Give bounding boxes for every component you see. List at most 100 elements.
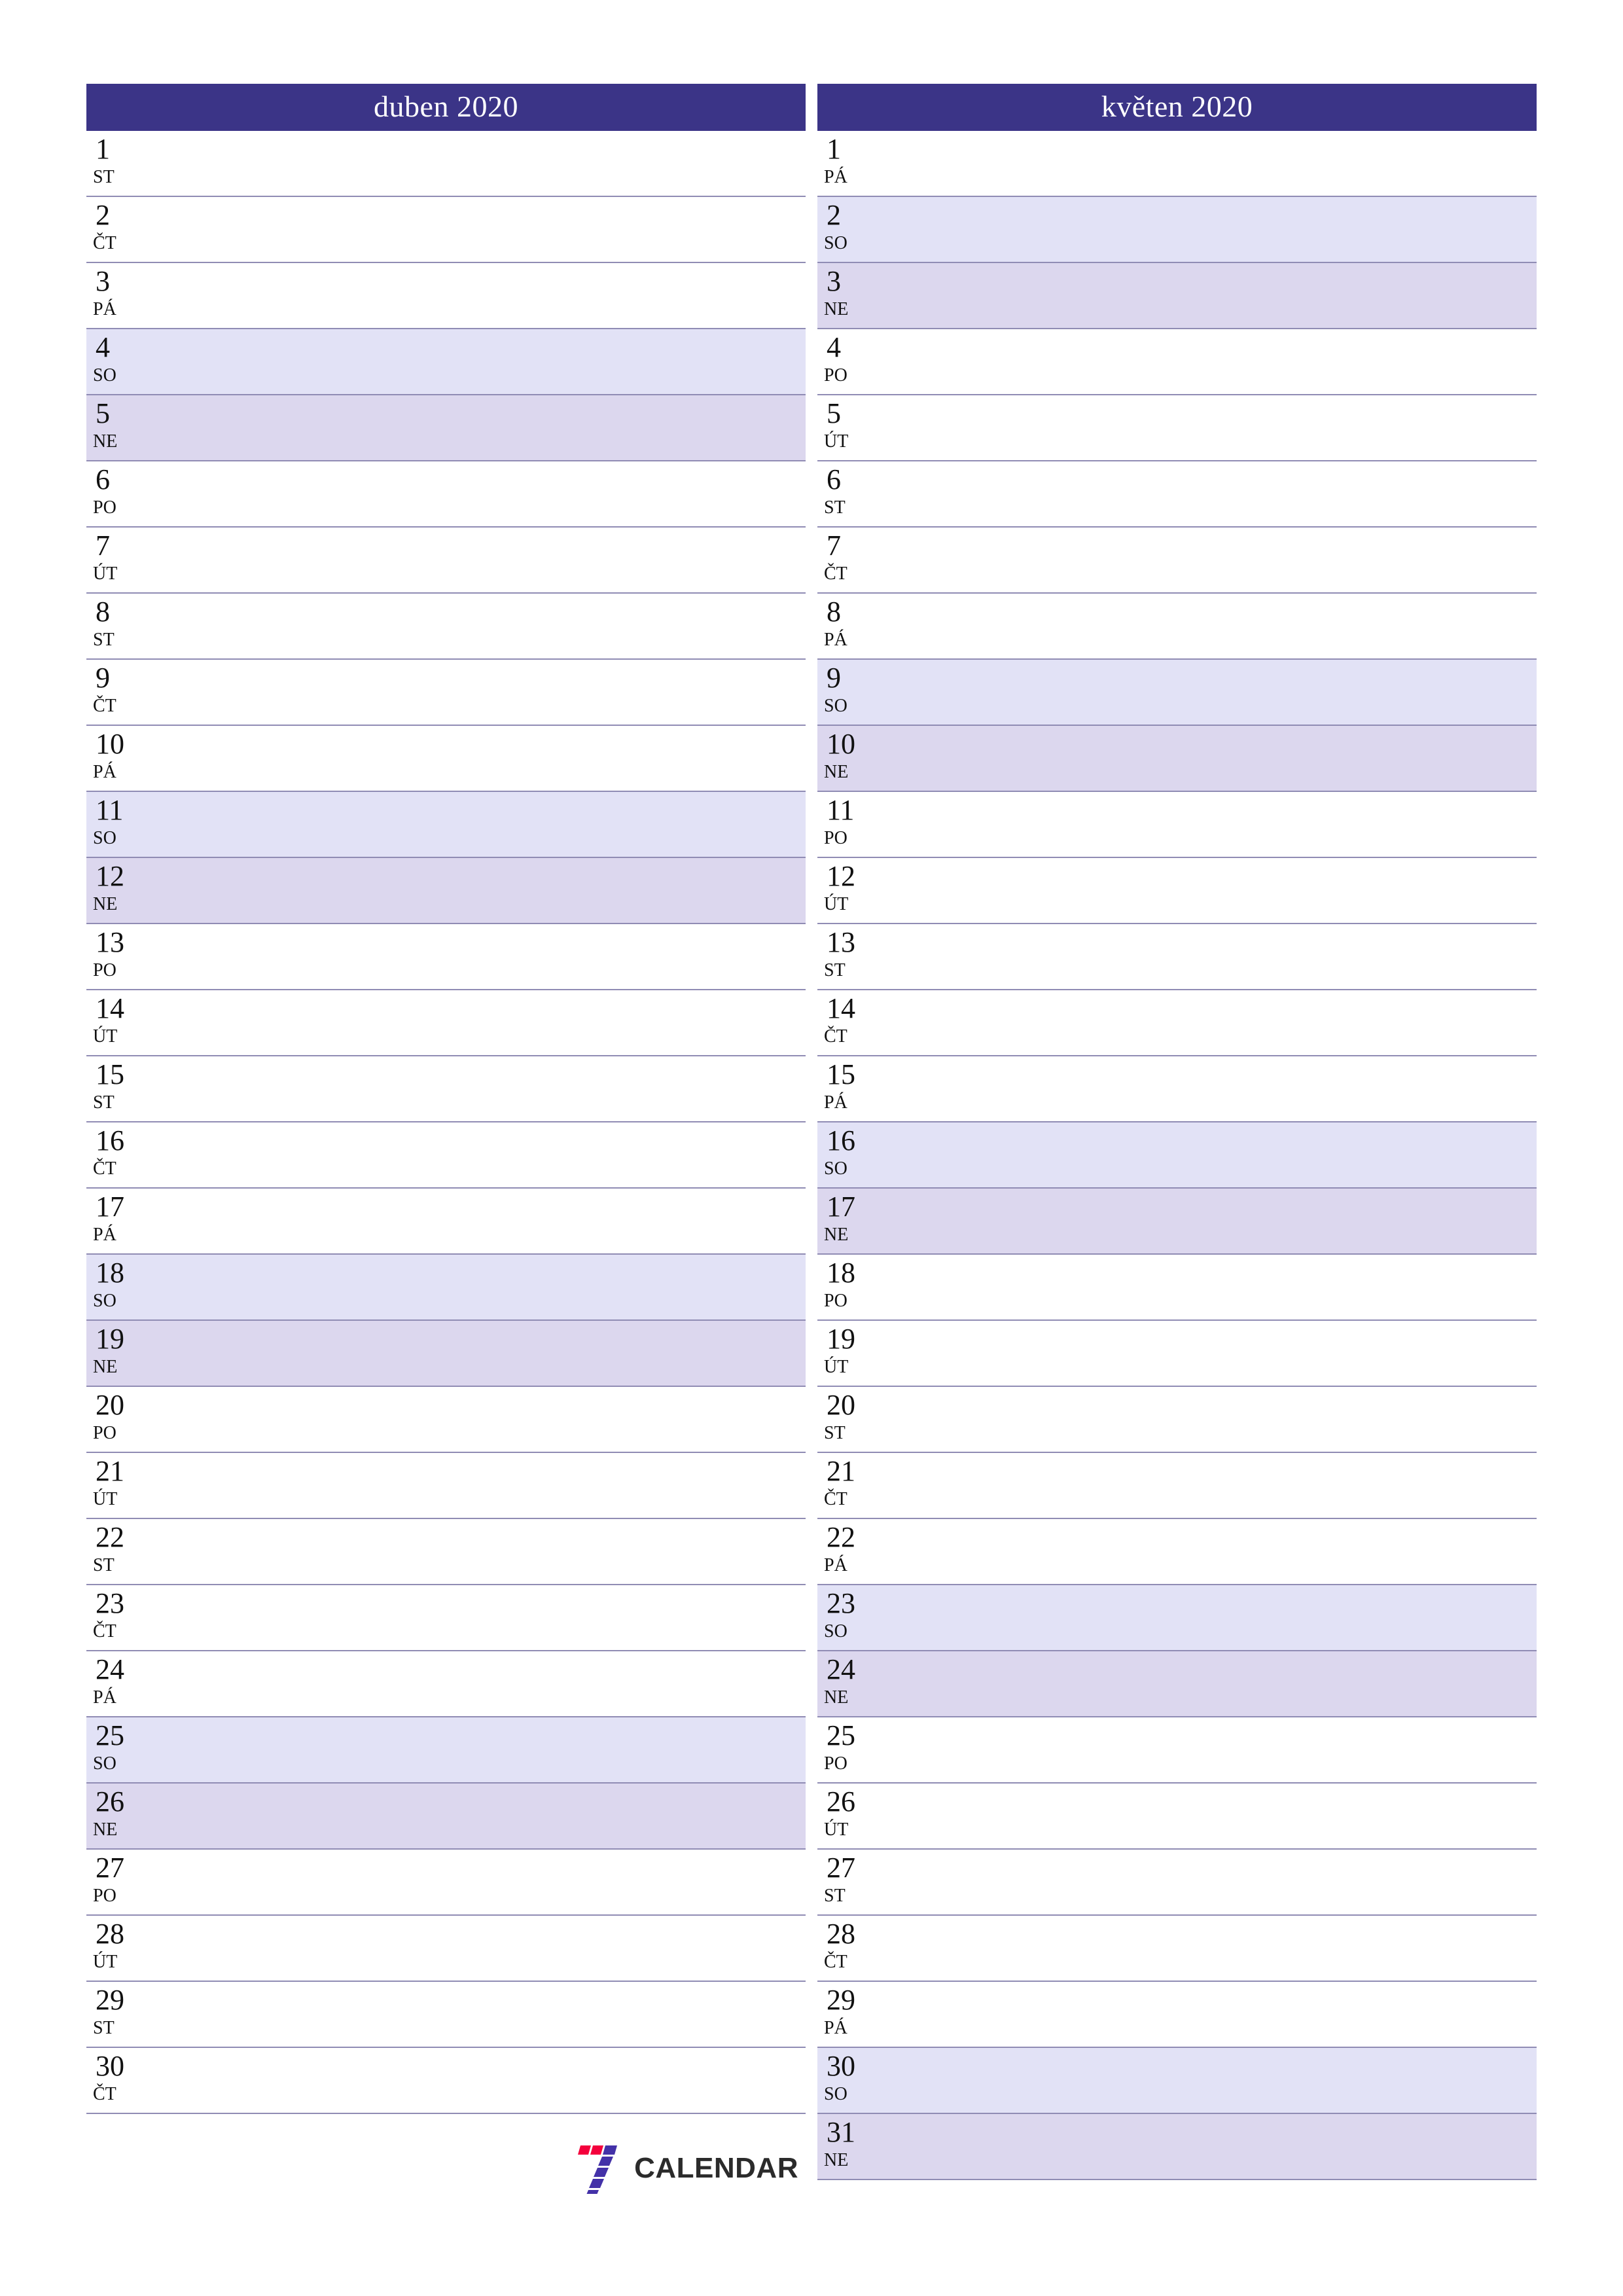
day-row[interactable]: 27 ST [817,1850,1537,1916]
day-note-area[interactable] [896,1585,1537,1650]
day-note-area[interactable] [165,1189,806,1253]
day-row[interactable]: 28 ÚT [86,1916,806,1982]
day-note-area[interactable] [165,131,806,196]
day-note-area[interactable] [896,858,1537,923]
day-note-area[interactable] [165,528,806,592]
day-row[interactable]: 19 ÚT [817,1321,1537,1387]
day-note-area[interactable] [896,461,1537,526]
day-row[interactable]: 9 ČT [86,660,806,726]
day-note-area[interactable] [165,1717,806,1782]
day-note-area[interactable] [896,990,1537,1055]
day-row[interactable]: 7 ÚT [86,528,806,594]
day-row[interactable]: 30 ČT [86,2048,806,2114]
day-row[interactable]: 10 NE [817,726,1537,792]
day-note-area[interactable] [165,792,806,857]
day-note-area[interactable] [896,1717,1537,1782]
day-row[interactable]: 21 ČT [817,1453,1537,1519]
day-note-area[interactable] [165,1255,806,1319]
day-note-area[interactable] [896,1255,1537,1319]
day-row[interactable]: 8 ST [86,594,806,660]
day-row[interactable]: 14 ČT [817,990,1537,1056]
day-note-area[interactable] [896,197,1537,262]
day-note-area[interactable] [165,594,806,658]
day-note-area[interactable] [896,1519,1537,1584]
day-note-area[interactable] [896,924,1537,989]
day-row[interactable]: 24 NE [817,1651,1537,1717]
day-row[interactable]: 1 PÁ [817,131,1537,197]
day-note-area[interactable] [896,2048,1537,2113]
day-note-area[interactable] [165,395,806,460]
day-note-area[interactable] [896,1651,1537,1716]
day-row[interactable]: 16 SO [817,1122,1537,1189]
day-note-area[interactable] [896,1189,1537,1253]
day-note-area[interactable] [165,461,806,526]
day-row[interactable]: 11 PO [817,792,1537,858]
day-row[interactable]: 2 SO [817,197,1537,263]
day-row[interactable]: 24 PÁ [86,1651,806,1717]
day-row[interactable]: 23 ČT [86,1585,806,1651]
day-note-area[interactable] [165,1585,806,1650]
day-note-area[interactable] [165,1850,806,1914]
day-note-area[interactable] [165,197,806,262]
day-row[interactable]: 6 PO [86,461,806,528]
day-note-area[interactable] [165,1519,806,1584]
day-note-area[interactable] [896,726,1537,791]
day-row[interactable]: 3 NE [817,263,1537,329]
day-row[interactable]: 26 ÚT [817,1784,1537,1850]
day-row[interactable]: 12 ÚT [817,858,1537,924]
day-note-area[interactable] [896,1916,1537,1981]
day-note-area[interactable] [896,2114,1537,2179]
day-row[interactable]: 29 ST [86,1982,806,2048]
day-row[interactable]: 11 SO [86,792,806,858]
day-row[interactable]: 25 SO [86,1717,806,1784]
day-row[interactable]: 28 ČT [817,1916,1537,1982]
day-note-area[interactable] [165,1784,806,1848]
day-row[interactable]: 15 ST [86,1056,806,1122]
day-row[interactable]: 18 PO [817,1255,1537,1321]
day-note-area[interactable] [896,1122,1537,1187]
day-row[interactable]: 21 ÚT [86,1453,806,1519]
day-row[interactable]: 8 PÁ [817,594,1537,660]
day-row[interactable]: 6 ST [817,461,1537,528]
day-note-area[interactable] [896,329,1537,394]
day-note-area[interactable] [165,924,806,989]
day-note-area[interactable] [896,263,1537,328]
day-row[interactable]: 19 NE [86,1321,806,1387]
day-row[interactable]: 10 PÁ [86,726,806,792]
day-note-area[interactable] [165,1321,806,1386]
day-row[interactable]: 14 ÚT [86,990,806,1056]
day-note-area[interactable] [896,660,1537,725]
day-note-area[interactable] [896,1784,1537,1848]
day-note-area[interactable] [896,528,1537,592]
day-row[interactable]: 23 SO [817,1585,1537,1651]
day-row[interactable]: 27 PO [86,1850,806,1916]
day-note-area[interactable] [165,2048,806,2113]
day-row[interactable]: 25 PO [817,1717,1537,1784]
day-note-area[interactable] [165,1651,806,1716]
day-note-area[interactable] [165,858,806,923]
day-row[interactable]: 17 NE [817,1189,1537,1255]
day-row[interactable]: 20 ST [817,1387,1537,1453]
day-note-area[interactable] [896,1982,1537,2047]
day-row[interactable]: 4 SO [86,329,806,395]
day-row[interactable]: 3 PÁ [86,263,806,329]
day-row[interactable]: 1 ST [86,131,806,197]
day-note-area[interactable] [165,726,806,791]
day-row[interactable]: 5 ÚT [817,395,1537,461]
day-row[interactable]: 12 NE [86,858,806,924]
day-note-area[interactable] [165,263,806,328]
day-row[interactable]: 4 PO [817,329,1537,395]
day-row[interactable]: 18 SO [86,1255,806,1321]
day-row[interactable]: 5 NE [86,395,806,461]
day-note-area[interactable] [165,1916,806,1981]
day-note-area[interactable] [165,1453,806,1518]
day-row[interactable]: 31 NE [817,2114,1537,2180]
day-row[interactable]: 17 PÁ [86,1189,806,1255]
day-row[interactable]: 13 ST [817,924,1537,990]
day-note-area[interactable] [896,594,1537,658]
day-note-area[interactable] [165,1122,806,1187]
day-row[interactable]: 30 SO [817,2048,1537,2114]
day-note-area[interactable] [896,1850,1537,1914]
day-note-area[interactable] [896,131,1537,196]
day-row[interactable]: 20 PO [86,1387,806,1453]
